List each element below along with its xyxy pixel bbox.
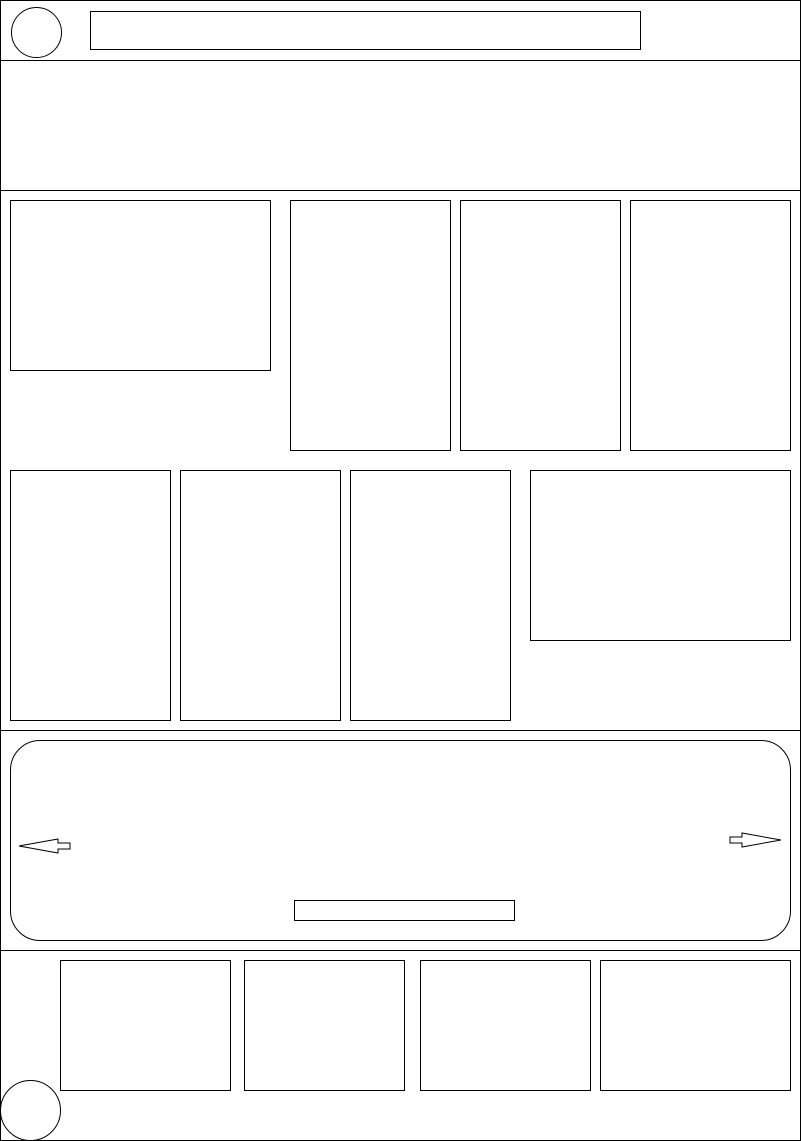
- carousel-caption: [294, 900, 515, 921]
- footer-card-3[interactable]: [420, 960, 591, 1091]
- product-card-2[interactable]: [460, 200, 621, 451]
- featured-card-large[interactable]: [10, 200, 271, 371]
- product-card-5[interactable]: [180, 470, 341, 721]
- featured-card-wide[interactable]: [530, 470, 791, 641]
- footer-card-2[interactable]: [244, 960, 405, 1091]
- product-card-6[interactable]: [350, 470, 511, 721]
- hero-divider: [0, 190, 801, 191]
- footer-card-4[interactable]: [600, 960, 791, 1091]
- product-card-3[interactable]: [630, 200, 791, 451]
- grid-divider: [0, 730, 801, 731]
- footer-corner-circle[interactable]: [0, 1080, 61, 1141]
- logo-circle[interactable]: [11, 7, 62, 58]
- product-card-4[interactable]: [10, 470, 171, 721]
- footer-card-1[interactable]: [60, 960, 231, 1091]
- carousel-divider: [0, 950, 801, 951]
- hero-banner: [0, 61, 801, 190]
- product-card-1[interactable]: [290, 200, 451, 451]
- search-bar[interactable]: [90, 11, 641, 50]
- arrow-left-icon[interactable]: [18, 838, 72, 854]
- arrow-right-icon[interactable]: [728, 832, 782, 848]
